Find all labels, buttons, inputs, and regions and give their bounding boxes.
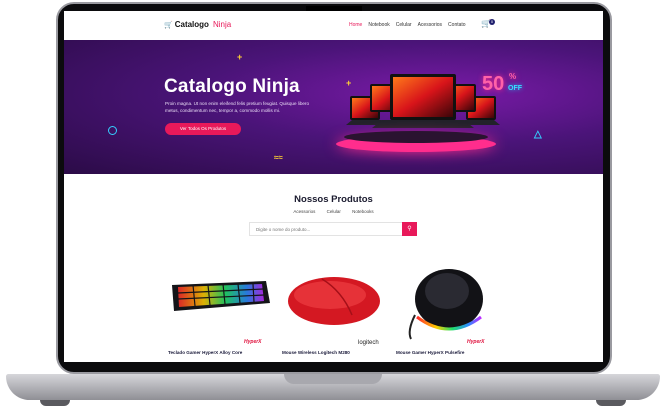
filter-notebooks[interactable]: Notebooks	[352, 209, 374, 214]
circle-decoration-icon	[108, 126, 117, 135]
hero-subtitle: Proin magna. Ut non enim eleifend felis …	[165, 101, 310, 113]
filter-celular[interactable]: Celular	[327, 209, 341, 214]
laptop-foot-right	[596, 400, 626, 406]
nav-link-notebook[interactable]: Notebook	[368, 22, 389, 28]
zigzag-decoration-icon: ≈≈	[274, 153, 283, 162]
black-mouse-image[interactable]	[397, 255, 497, 341]
triangle-decoration-icon: △	[534, 129, 542, 140]
plus-decoration-icon: +	[237, 52, 243, 62]
search-button[interactable]: ⚲	[402, 222, 417, 236]
product-name-keyboard[interactable]: Teclado Gamer HyperX Alloy Core	[168, 350, 242, 355]
filter-acessorios[interactable]: Acessorios	[293, 209, 315, 214]
products-title: Nossos Produtos	[294, 194, 373, 205]
podium-top	[344, 131, 488, 143]
view-all-products-button[interactable]: Ver Todos Os Produtos	[165, 123, 241, 135]
hero-banner: + ≈≈ △ + 50 % OFF Catalogo Ninja Proin m…	[64, 40, 603, 174]
hyperx-brand-logo: HyperX	[244, 339, 262, 345]
hero-title: Catalogo Ninja	[164, 76, 300, 97]
site-logo[interactable]: 🛒 Catalogo Ninja	[164, 20, 231, 29]
promo-badge: 50 % OFF	[482, 72, 522, 96]
keyboard-image[interactable]	[168, 269, 272, 319]
logitech-brand-logo: logitech	[358, 340, 379, 346]
nav-menu: Home Notebook Celular Acessorios Contato	[349, 22, 466, 28]
nav-link-celular[interactable]: Celular	[396, 22, 412, 28]
navbar: 🛒 Catalogo Ninja Home Notebook Celular A…	[64, 11, 603, 40]
nav-link-home[interactable]: Home	[349, 22, 362, 28]
search-input[interactable]	[250, 223, 408, 235]
nav-link-acessorios[interactable]: Acessorios	[418, 22, 442, 28]
product-search: ⚲	[249, 222, 417, 236]
nav-link-contato[interactable]: Contato	[448, 22, 466, 28]
promo-percent: %	[509, 72, 517, 81]
laptop-foot-left	[40, 400, 70, 406]
product-name-logitech-mouse[interactable]: Mouse Wireless Logitech M280	[282, 350, 350, 355]
laptop-base-groove	[284, 374, 382, 384]
search-icon: ⚲	[407, 226, 412, 232]
hyperx-brand-logo: HyperX	[467, 339, 485, 345]
product-name-hyperx-mouse[interactable]: Mouse Gamer HyperX Pulsefire	[396, 350, 464, 355]
logo-text: Catalogo	[174, 20, 209, 29]
browser-screen: 🛒 Catalogo Ninja Home Notebook Celular A…	[64, 11, 603, 362]
category-filters: Acessorios Celular Notebooks	[64, 209, 603, 214]
promo-off: OFF	[508, 85, 522, 92]
logo-cart-icon: 🛒	[164, 21, 173, 29]
logo-accent-text: Ninja	[212, 20, 232, 29]
cart-count-badge: 0	[489, 19, 495, 25]
promo-number: 50	[482, 73, 505, 95]
red-mouse-image[interactable]	[282, 271, 386, 331]
